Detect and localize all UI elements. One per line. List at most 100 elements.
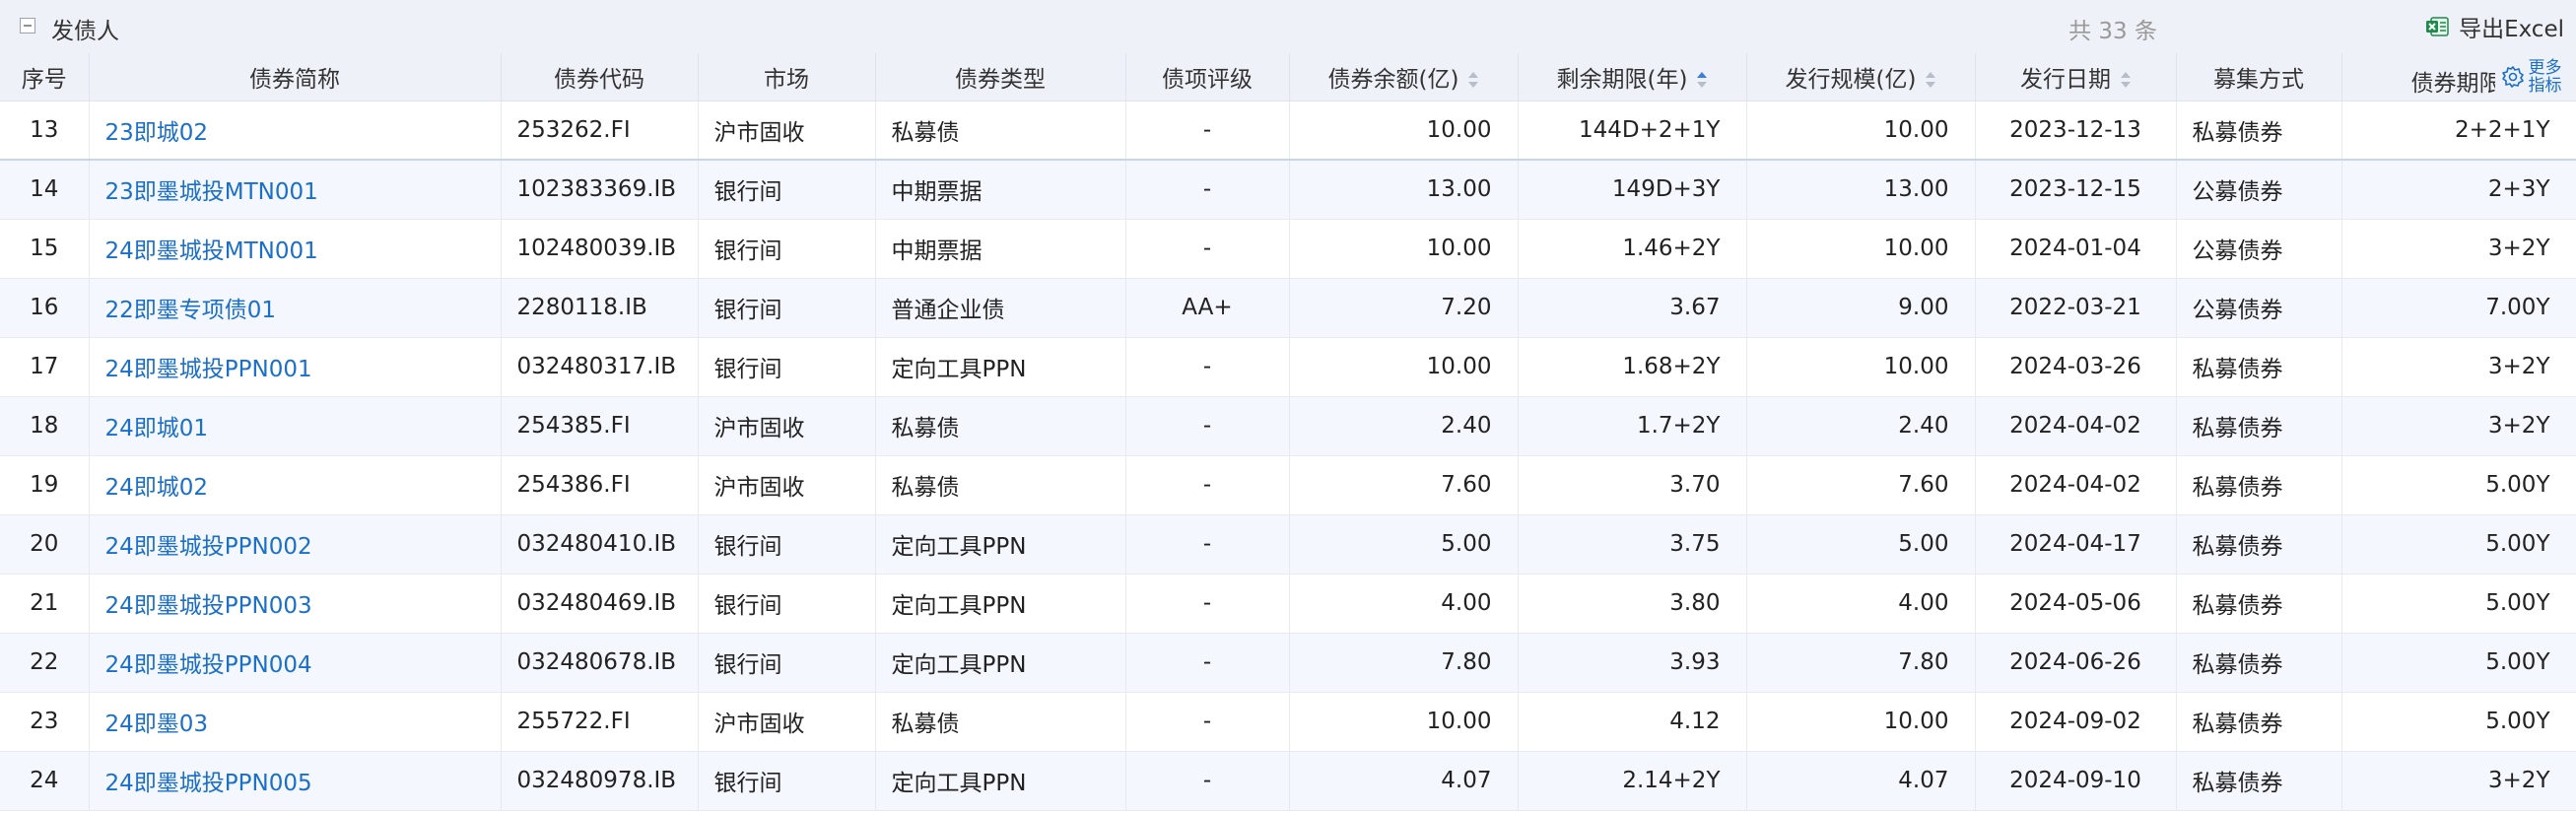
bond-code-cell: 2280118.IB — [501, 278, 699, 337]
bond-rating-cell: - — [1125, 160, 1290, 219]
bond-name-link[interactable]: 24即墨03 — [105, 711, 209, 737]
bond-term-cell: 5.00Y — [2341, 455, 2576, 514]
column-header-sortable[interactable]: 剩余期限(年) — [1518, 53, 1747, 102]
bond-name-link-cell: 24即墨城投PPN004 — [89, 633, 502, 692]
bond-name-link[interactable]: 23即城02 — [105, 120, 209, 146]
bond-type-cell: 定向工具PPN — [875, 751, 1126, 810]
remaining-term-cell: 1.7+2Y — [1518, 396, 1747, 455]
table-row[interactable]: 13 23即城02 253262.FI 沪市固收 私募债 -10.00 144D+2+1Y 1… — [0, 101, 2576, 160]
bond-balance-cell: 7.60 — [1289, 455, 1519, 514]
bond-type-cell: 定向工具PPN — [875, 633, 1126, 692]
bond-balance-cell: 4.07 — [1289, 751, 1519, 810]
bond-name-link[interactable]: 24即城02 — [105, 475, 209, 501]
bond-name-link[interactable]: 23即墨城投MTN001 — [105, 179, 318, 205]
bond-code-cell: 255722.FI — [501, 692, 699, 751]
issue-method-cell: 私募债券 — [2176, 514, 2342, 574]
bond-rating-cell: - — [1125, 751, 1290, 810]
bond-panel: 发债人 共 33 条 导出Excel 序号 债券简称 债券代码 市场 债券类型 — [0, 0, 2576, 813]
bond-name-link[interactable]: 24即墨城投PPN001 — [105, 357, 312, 382]
market-cell: 沪市固收 — [698, 455, 876, 514]
market-cell: 沪市固收 — [698, 692, 876, 751]
sort-icon[interactable] — [1468, 72, 1479, 89]
remaining-term-cell: 4.12 — [1518, 692, 1747, 751]
issue-size-cell: 7.80 — [1746, 633, 1976, 692]
column-header: 序号 — [0, 53, 90, 102]
table-row[interactable]: 15 24即墨城投MTN001 102480039.IB 银行间 中期票据 -10.00 1… — [0, 219, 2576, 278]
bond-balance-cell: 10.00 — [1289, 219, 1519, 278]
issue-size-cell: 2.40 — [1746, 396, 1976, 455]
issue-date-cell: 2024-05-06 — [1975, 574, 2177, 633]
bond-name-link-cell: 24即墨03 — [89, 692, 502, 751]
bond-term-cell: 5.00Y — [2341, 692, 2576, 751]
issue-method-cell: 私募债券 — [2176, 337, 2342, 396]
column-header: 债券代码 — [501, 53, 699, 102]
sort-ascending-icon[interactable] — [1697, 72, 1708, 89]
bond-name-link[interactable]: 22即墨专项债01 — [105, 298, 277, 323]
table-row[interactable]: 19 24即城02 254386.FI 沪市固收 私募债 -7.60 3.70 7.60 202… — [0, 455, 2576, 514]
bond-code-cell: 102480039.IB — [501, 219, 699, 278]
row-number-cell: 14 — [0, 160, 90, 219]
sort-icon[interactable] — [2121, 72, 2131, 89]
table-row[interactable]: 24 24即墨城投PPN005 032480978.IB 银行间 定向工具PPN -4.0… — [0, 751, 2576, 810]
bond-name-link-cell: 22即墨专项债01 — [89, 278, 502, 337]
market-cell: 银行间 — [698, 278, 876, 337]
bond-name-link[interactable]: 24即墨城投PPN002 — [105, 534, 312, 560]
bond-name-link[interactable]: 24即墨城投MTN001 — [105, 238, 318, 264]
remaining-term-cell: 149D+3Y — [1518, 160, 1747, 219]
bond-rating-cell: - — [1125, 396, 1290, 455]
table-row[interactable]: 17 24即墨城投PPN001 032480317.IB 银行间 定向工具PPN -10.… — [0, 337, 2576, 396]
bond-type-cell: 私募债 — [875, 101, 1126, 160]
sort-icon[interactable] — [1926, 72, 1936, 89]
table-row[interactable]: 22 24即墨城投PPN004 032480678.IB 银行间 定向工具PPN -7.8… — [0, 633, 2576, 692]
bond-rating-cell: - — [1125, 574, 1290, 633]
bond-name-link[interactable]: 24即城01 — [105, 416, 209, 441]
table-row[interactable]: 16 22即墨专项债01 2280118.IB 银行间 普通企业债 AA+ 7.20 3.67… — [0, 278, 2576, 337]
bond-balance-cell: 10.00 — [1289, 337, 1519, 396]
bond-term-cell: 3+2Y — [2341, 219, 2576, 278]
remaining-term-cell: 144D+2+1Y — [1518, 101, 1747, 160]
bond-code-cell: 032480678.IB — [501, 633, 699, 692]
row-number-cell: 23 — [0, 692, 90, 751]
column-header: 募集方式 — [2176, 53, 2342, 102]
column-header-sortable[interactable]: 发行规模(亿) — [1746, 53, 1976, 102]
bond-term-cell: 5.00Y — [2341, 574, 2576, 633]
bond-rating-cell: - — [1125, 101, 1290, 160]
row-number-cell: 24 — [0, 751, 90, 810]
remaining-term-cell: 1.68+2Y — [1518, 337, 1747, 396]
export-excel-button[interactable]: 导出Excel — [2425, 12, 2564, 42]
issue-method-cell: 公募债券 — [2176, 278, 2342, 337]
bond-name-link-cell: 24即墨城投PPN003 — [89, 574, 502, 633]
issue-method-cell: 私募债券 — [2176, 396, 2342, 455]
column-header-sortable[interactable]: 发行日期 — [1975, 53, 2177, 102]
bond-type-cell: 定向工具PPN — [875, 514, 1126, 574]
bond-balance-cell: 10.00 — [1289, 692, 1519, 751]
collapse-icon[interactable] — [20, 18, 35, 34]
bond-code-cell: 032480978.IB — [501, 751, 699, 810]
issue-size-cell: 10.00 — [1746, 692, 1976, 751]
market-cell: 银行间 — [698, 337, 876, 396]
issue-size-cell: 10.00 — [1746, 337, 1976, 396]
column-header: 市场 — [698, 53, 876, 102]
bond-term-cell: 3+2Y — [2341, 396, 2576, 455]
table-row[interactable]: 20 24即墨城投PPN002 032480410.IB 银行间 定向工具PPN -5.0… — [0, 514, 2576, 574]
issue-method-cell: 私募债券 — [2176, 633, 2342, 692]
table-row[interactable]: 14 23即墨城投MTN001 102383369.IB 银行间 中期票据 -13.00 1… — [0, 160, 2576, 219]
panel-header: 发债人 共 33 条 导出Excel — [0, 0, 2576, 54]
issue-date-cell: 2023-12-13 — [1975, 101, 2177, 160]
table-row[interactable]: 21 24即墨城投PPN003 032480469.IB 银行间 定向工具PPN -4.0… — [0, 574, 2576, 633]
bond-type-cell: 定向工具PPN — [875, 574, 1126, 633]
bond-balance-cell: 7.80 — [1289, 633, 1519, 692]
issue-method-cell: 公募债券 — [2176, 160, 2342, 219]
bond-name-link[interactable]: 24即墨城投PPN003 — [105, 593, 312, 619]
bond-name-link[interactable]: 24即墨城投PPN004 — [105, 652, 312, 678]
table-row[interactable]: 18 24即城01 254385.FI 沪市固收 私募债 -2.40 1.7+2Y 2.40 2… — [0, 396, 2576, 455]
bond-balance-cell: 5.00 — [1289, 514, 1519, 574]
bond-type-cell: 中期票据 — [875, 160, 1126, 219]
bond-name-link[interactable]: 24即墨城投PPN005 — [105, 771, 312, 796]
column-header-sortable[interactable]: 债券余额(亿) — [1289, 53, 1519, 102]
table-row[interactable]: 23 24即墨03 255722.FI 沪市固收 私募债 -10.00 4.12 10.00 2… — [0, 692, 2576, 751]
issue-date-cell: 2024-04-02 — [1975, 396, 2177, 455]
more-metrics-button[interactable]: 更多 指标 — [2494, 53, 2575, 100]
bond-code-cell: 032480317.IB — [501, 337, 699, 396]
issue-date-cell: 2024-06-26 — [1975, 633, 2177, 692]
